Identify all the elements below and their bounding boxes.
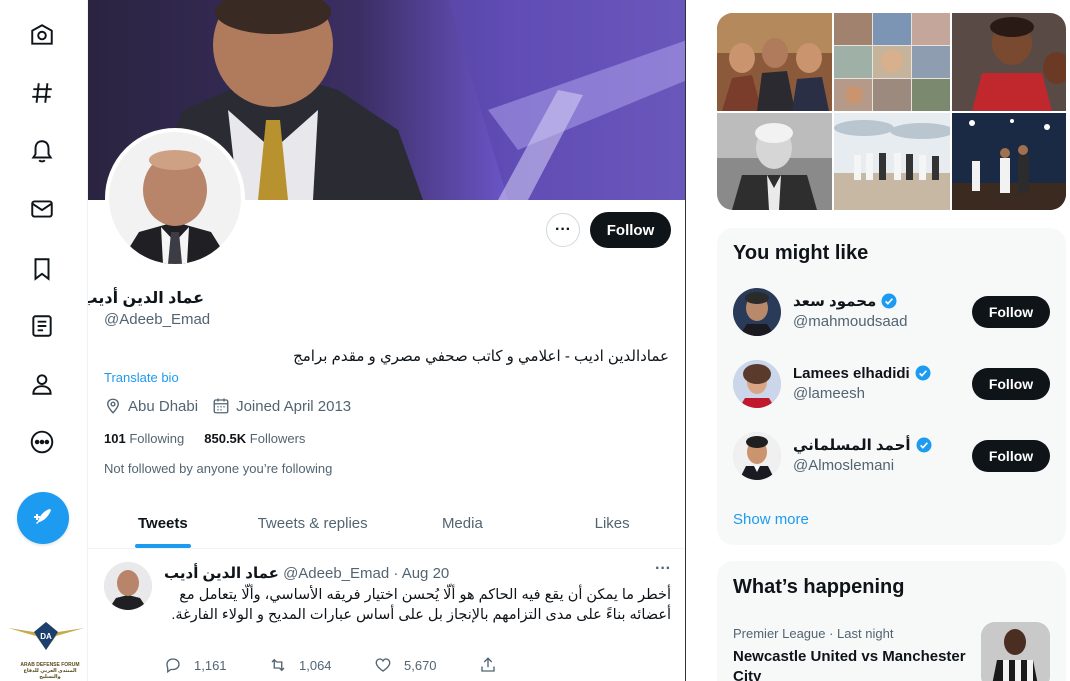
profile-avatar[interactable] <box>105 128 245 268</box>
suggested-user-handle: @lameesh <box>793 385 865 402</box>
share-icon <box>481 657 495 672</box>
verified-badge-icon <box>916 437 932 453</box>
whats-happening-title: What’s happening <box>733 576 905 598</box>
media-thumbnail[interactable] <box>717 113 832 210</box>
avatar[interactable] <box>733 360 781 408</box>
suggested-user[interactable]: أحمد المسلماني @Almoslemani Follow <box>717 420 1066 492</box>
profile-media-grid <box>717 13 1066 210</box>
tweet-more-button[interactable]: ··· <box>655 560 671 578</box>
media-thumbnail[interactable] <box>952 113 1066 210</box>
location-icon <box>107 398 119 414</box>
heart-icon <box>375 658 391 672</box>
not-followed-note: Not followed by anyone you’re following <box>104 461 333 476</box>
follow-button[interactable]: Follow <box>972 440 1050 472</box>
retweet-count: 1,064 <box>299 657 332 673</box>
follow-button[interactable]: Follow <box>972 296 1050 328</box>
trend-thumbnail[interactable] <box>981 622 1050 681</box>
profile-display-name: عماد الدين أديب <box>87 290 204 307</box>
tweet-actions: 1,161 1,064 5,670 <box>164 656 584 674</box>
profile-handle: @Adeeb_Emad <box>104 311 211 328</box>
forum-logo-text: ARAB DEFENSE FORUM المنتدى العربي للدفاع… <box>20 662 80 680</box>
like-count: 5,670 <box>404 657 437 673</box>
whats-happening-card: What’s happening Premier League · Last n… <box>717 561 1066 681</box>
home-icon[interactable] <box>24 17 60 53</box>
follow-button[interactable]: Follow <box>590 212 671 248</box>
profile-tabs: Tweets Tweets & replies Media Likes <box>88 499 685 549</box>
tab-likes[interactable]: Likes <box>537 499 685 548</box>
suggested-user-handle: @Almoslemani <box>793 457 895 474</box>
tweet-author-handle[interactable]: @Adeeb_Emad <box>283 565 389 582</box>
profile-joined-date: Joined April 2013 <box>236 397 352 415</box>
reply-button[interactable]: 1,161 <box>164 656 269 674</box>
profile-icon[interactable] <box>24 366 60 402</box>
profile-location: Abu Dhabi <box>128 397 199 415</box>
suggested-user[interactable]: محمود سعد @mahmoudsaad Follow <box>717 276 1066 348</box>
share-button[interactable] <box>479 656 584 674</box>
explore-icon[interactable] <box>24 75 60 111</box>
suggested-user-handle: @mahmoudsaad <box>793 313 908 330</box>
tweet-header: عماد الدين أديب @Adeeb_Emad · Aug 20 <box>164 564 449 582</box>
messages-icon[interactable] <box>24 191 60 227</box>
compose-tweet-icon <box>34 509 51 524</box>
media-thumbnail[interactable] <box>717 13 832 111</box>
follow-button[interactable]: Follow <box>972 368 1050 400</box>
following-link[interactable]: 101 Following <box>104 431 184 446</box>
calendar-icon <box>213 398 229 414</box>
verified-badge-icon <box>915 365 931 381</box>
followers-link[interactable]: 850.5K Followers <box>204 431 305 446</box>
tab-tweets-replies[interactable]: Tweets & replies <box>238 499 388 548</box>
suggested-user-name[interactable]: أحمد المسلماني <box>793 436 933 454</box>
retweet-icon <box>271 658 285 672</box>
media-thumbnail[interactable] <box>952 13 1066 111</box>
verified-badge-icon <box>881 293 897 309</box>
tweet-text: أخطر ما يمكن أن يقع فيه الحاكم هو ألّا ي… <box>171 587 671 623</box>
profile-bio: عمادالدين اديب - اعلامي و كاتب صحفي مصري… <box>293 348 669 365</box>
suggested-user[interactable]: Lamees elhadidi @lameesh Follow <box>717 348 1066 420</box>
profile-stats: 101 Following 850.5K Followers <box>104 431 305 446</box>
media-thumbnail[interactable] <box>834 113 950 210</box>
profile-column: ··· Follow عماد الدين أديب @Adeeb_Emad ع… <box>87 0 686 681</box>
forum-watermark-logo: DA ARAB DEFENSE FORUM المنتدى العربي للد… <box>6 610 86 680</box>
notifications-icon[interactable] <box>24 133 60 169</box>
more-icon[interactable] <box>24 424 60 460</box>
profile-more-button[interactable]: ··· <box>546 213 580 247</box>
lists-icon[interactable] <box>24 308 60 344</box>
tweet[interactable]: عماد الدين أديب @Adeeb_Emad · Aug 20 ···… <box>88 550 685 681</box>
compose-tweet-button[interactable] <box>17 492 69 544</box>
trend-category: Premier League · Last night <box>733 626 894 641</box>
media-thumbnail[interactable] <box>834 13 950 111</box>
reply-icon <box>166 658 180 674</box>
like-button[interactable]: 5,670 <box>374 656 479 674</box>
tab-tweets[interactable]: Tweets <box>88 499 238 548</box>
profile-meta: Abu Dhabi Joined April 2013 <box>104 397 351 415</box>
translate-bio-link[interactable]: Translate bio <box>104 370 179 385</box>
who-to-follow-title: You might like <box>733 242 869 264</box>
bookmarks-icon[interactable] <box>24 251 60 287</box>
tweet-date[interactable]: · Aug 20 <box>393 565 449 582</box>
reply-count: 1,161 <box>194 657 227 673</box>
tab-media[interactable]: Media <box>388 499 538 548</box>
suggested-user-name[interactable]: Lamees elhadidi <box>793 364 932 382</box>
avatar[interactable] <box>733 432 781 480</box>
retweet-button[interactable]: 1,064 <box>269 656 374 674</box>
who-to-follow-card: You might like محمود سعد @mahmoudsaad Fo… <box>717 228 1066 545</box>
tweet-author-name[interactable]: عماد الدين أديب <box>164 565 279 582</box>
suggested-user-name[interactable]: محمود سعد <box>793 292 898 310</box>
trend-title[interactable]: Newcastle United vs Manchester City <box>733 647 973 681</box>
left-navigation: DA ARAB DEFENSE FORUM المنتدى العربي للد… <box>0 0 86 681</box>
tweet-avatar[interactable] <box>104 562 152 610</box>
svg-text:DA: DA <box>40 632 52 641</box>
avatar[interactable] <box>733 288 781 336</box>
show-more-link[interactable]: Show more <box>733 511 809 528</box>
